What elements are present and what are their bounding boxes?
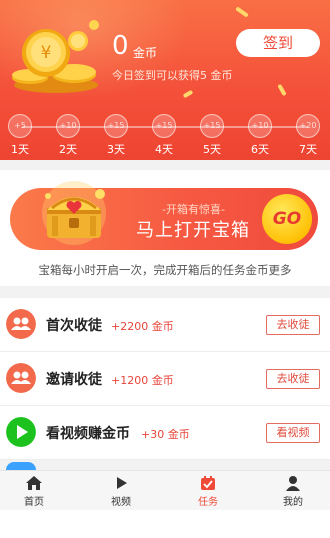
task-title: 首次收徒 [46, 318, 102, 334]
treasure-title: 马上打开宝箱 [136, 220, 250, 241]
day-reward-circle: +20 [296, 114, 320, 138]
task-action-button[interactable]: 去收徒 [266, 369, 320, 389]
task-title: 看视频赚金币 [46, 426, 130, 442]
task-list: 首次收徒 +2200 金币 去收徒 邀请收徒 +1200 金币 去收徒 看视频赚金币 +30 … [0, 298, 330, 460]
sparkle-decoration [182, 89, 194, 99]
task-row: 看视频赚金币 +30 金币 看视频 [0, 406, 330, 460]
checkin-day-6: +10 6天 [248, 114, 272, 157]
treasure-description: 宝箱每小时开启一次，完成开箱后的任务金币更多 [38, 263, 292, 277]
day-label: 4天 [155, 143, 173, 156]
day-reward-circle: +15 [200, 114, 224, 138]
day-label: 7天 [299, 143, 317, 156]
app-screen: ¥ 0 金币 今日签到可以获得5 金币 签到 +5 1天 +10 2天 +15 3天 +15… [0, 0, 330, 538]
treasure-subtitle: -开箱有惊喜- [162, 203, 225, 216]
day-label: 6天 [251, 143, 269, 156]
day-reward-circle: +10 [56, 114, 80, 138]
go-button[interactable]: GO [262, 194, 312, 244]
people-icon [6, 309, 36, 339]
treasure-chest-icon [42, 181, 106, 245]
svg-text:¥: ¥ [41, 43, 52, 63]
task-reward: +30 金币 [141, 428, 190, 441]
checkin-day-5: +15 5天 [200, 114, 224, 157]
day-reward-circle: +15 [104, 114, 128, 138]
task-title: 邀请收徒 [46, 372, 102, 388]
checkin-day-7: +20 7天 [296, 114, 320, 157]
user-icon [286, 476, 300, 491]
checkin-header: ¥ 0 金币 今日签到可以获得5 金币 签到 +5 1天 +10 2天 +15 3天 +15… [0, 0, 330, 160]
open-treasure-banner[interactable]: -开箱有惊喜- 马上打开宝箱 GO [10, 181, 318, 250]
day-label: 1天 [11, 143, 29, 156]
checkin-day-1: +5 1天 [8, 114, 32, 157]
bottom-blank-area [0, 510, 330, 538]
task-reward: +1200 金币 [111, 374, 174, 387]
nav-item-home[interactable]: 首页 [4, 475, 64, 508]
day-label: 3天 [107, 143, 125, 156]
task-row: 邀请收徒 +1200 金币 去收徒 [0, 352, 330, 406]
nav-item-task[interactable]: 任务 [178, 475, 238, 508]
home-icon [26, 476, 42, 490]
sparkle-decoration [235, 6, 249, 18]
checkin-button[interactable]: 签到 [236, 29, 320, 57]
day-label: 5天 [203, 143, 221, 156]
checkin-day-3: +15 3天 [104, 114, 128, 157]
play-icon [6, 417, 36, 447]
task-action-button[interactable]: 看视频 [266, 423, 320, 443]
day-reward-circle: +10 [248, 114, 272, 138]
sparkle-decoration [277, 83, 287, 97]
task-action-button[interactable]: 去收徒 [266, 315, 320, 335]
today-reward-text: 今日签到可以获得5 金币 [112, 69, 233, 82]
nav-label: 视频 [111, 497, 131, 508]
nav-item-user[interactable]: 我的 [263, 475, 323, 508]
coin-unit: 金币 [133, 46, 158, 60]
bottom-nav: 首页 视频 任务 我的 [0, 470, 330, 510]
task-icon [201, 476, 215, 490]
coin-count: 0 [112, 31, 129, 61]
task-row: 首次收徒 +2200 金币 去收徒 [0, 298, 330, 352]
nav-label: 我的 [283, 497, 303, 508]
nav-item-play[interactable]: 视频 [91, 475, 151, 508]
day-label: 2天 [59, 143, 77, 156]
nav-label: 任务 [198, 497, 218, 508]
checkin-day-2: +10 2天 [56, 114, 80, 157]
checkin-day-4: +15 4天 [152, 114, 176, 157]
task-reward: +2200 金币 [111, 320, 174, 333]
people-icon [6, 363, 36, 393]
partial-task-icon [6, 462, 36, 470]
gold-coins-icon: ¥ [12, 20, 99, 93]
nav-label: 首页 [24, 497, 44, 508]
day-reward-circle: +15 [152, 114, 176, 138]
play-icon [117, 477, 127, 489]
day-reward-circle: +5 [8, 114, 32, 138]
treasure-section: -开箱有惊喜- 马上打开宝箱 GO 宝箱每小时开启一次，完成开箱后的任务金币更多 [0, 170, 330, 286]
